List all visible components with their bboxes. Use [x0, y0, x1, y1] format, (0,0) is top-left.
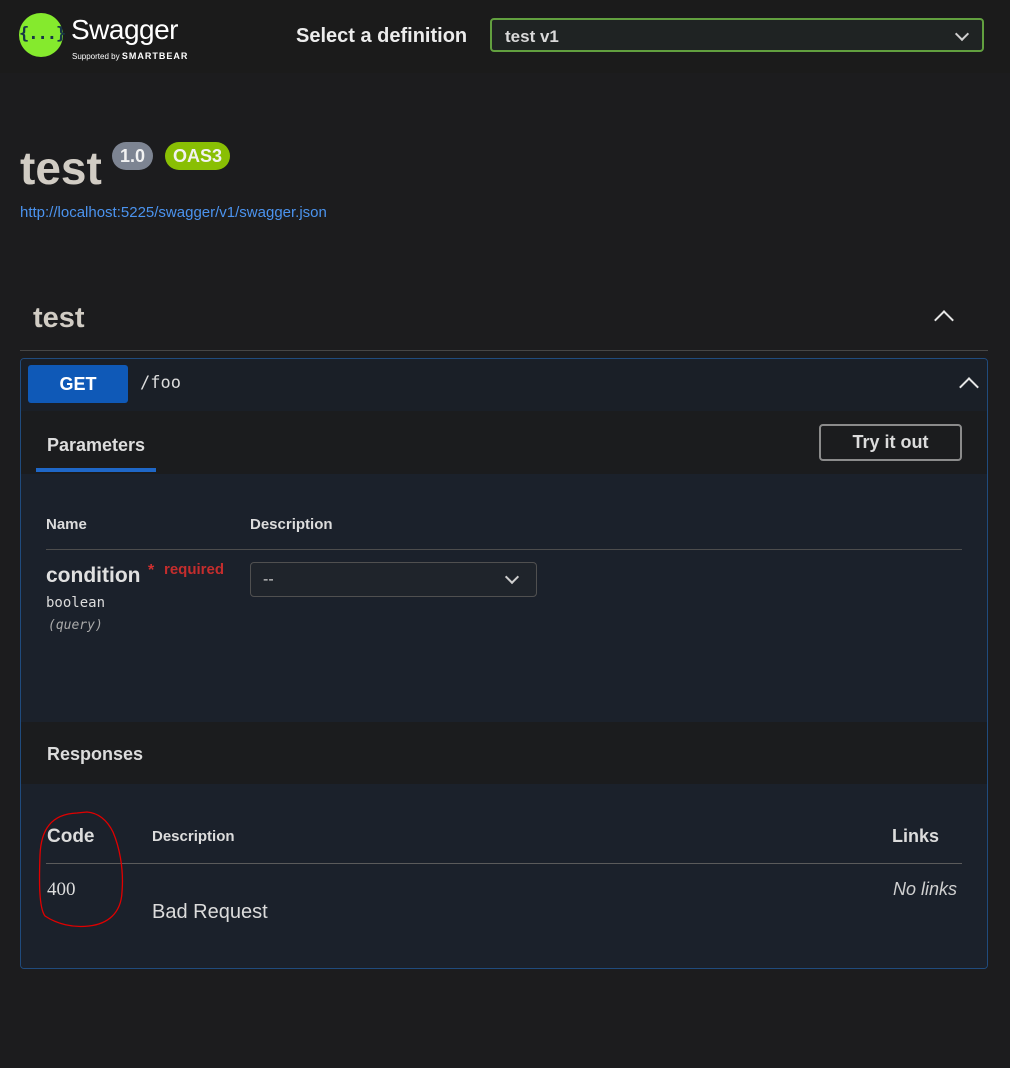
definition-select-value: test v1: [505, 27, 559, 46]
response-header-description: Description: [152, 828, 235, 845]
response-description: Bad Request: [152, 901, 268, 923]
swagger-logo-icon[interactable]: {...}: [19, 13, 66, 57]
supported-by-text: Supported by: [72, 52, 120, 61]
tab-parameters[interactable]: Parameters: [47, 435, 145, 456]
tab-active-indicator: [36, 468, 156, 472]
brand-name[interactable]: Swagger: [71, 14, 179, 46]
tag-divider: [20, 350, 988, 351]
operation-summary[interactable]: GET /foo: [21, 359, 987, 412]
parameters-header: Parameters Try it out: [21, 411, 987, 474]
supporter-name: SMARTBEAR: [121, 51, 189, 61]
param-type: boolean: [46, 595, 106, 611]
operation-block: GET /foo Parameters Try it out Name Desc…: [20, 358, 988, 969]
supported-by: Supported by SMARTBEAR: [72, 51, 188, 61]
param-header-description: Description: [250, 516, 333, 533]
param-header-name: Name: [46, 516, 87, 533]
api-title: test: [20, 142, 102, 194]
param-location: (query): [48, 618, 103, 633]
top-bar: {...} Swagger Supported by SMARTBEAR Sel…: [0, 0, 1010, 73]
operation-path[interactable]: /foo: [140, 373, 181, 393]
tag-title[interactable]: test: [33, 302, 85, 335]
method-badge[interactable]: GET: [28, 365, 128, 403]
annotation-stroke: [38, 811, 124, 928]
condition-select[interactable]: --: [250, 562, 537, 597]
definition-select[interactable]: test v1: [490, 18, 984, 52]
spec-url-link[interactable]: http://localhost:5225/swagger/v1/swagger…: [20, 204, 327, 221]
definition-select-label: Select a definition: [296, 25, 468, 47]
responses-title: Responses: [47, 744, 144, 764]
responses-table: Code Description Links 400 Bad Request N…: [21, 784, 987, 968]
oas-badge: OAS3: [165, 142, 231, 170]
try-it-out-button[interactable]: Try it out: [819, 424, 962, 461]
collapse-tag-icon[interactable]: [934, 310, 954, 330]
collapse-operation-icon[interactable]: [959, 377, 979, 397]
response-header-links: Links: [892, 826, 940, 846]
logo-mark: {...}: [19, 24, 66, 44]
red-annotation-oval: [38, 811, 124, 928]
required-label: required: [164, 561, 225, 578]
param-header-divider: [46, 549, 962, 550]
required-star: *: [148, 562, 155, 579]
parameters-table: Name Description condition * required bo…: [21, 474, 987, 722]
chevron-down-icon: [954, 26, 970, 42]
param-name: condition: [46, 564, 141, 587]
response-links: No links: [893, 879, 958, 899]
responses-header: Responses: [21, 722, 987, 784]
condition-select-value: --: [263, 571, 274, 588]
chevron-down-icon: [504, 569, 520, 585]
response-header-divider: [46, 863, 962, 864]
version-badge: 1.0: [112, 142, 154, 170]
